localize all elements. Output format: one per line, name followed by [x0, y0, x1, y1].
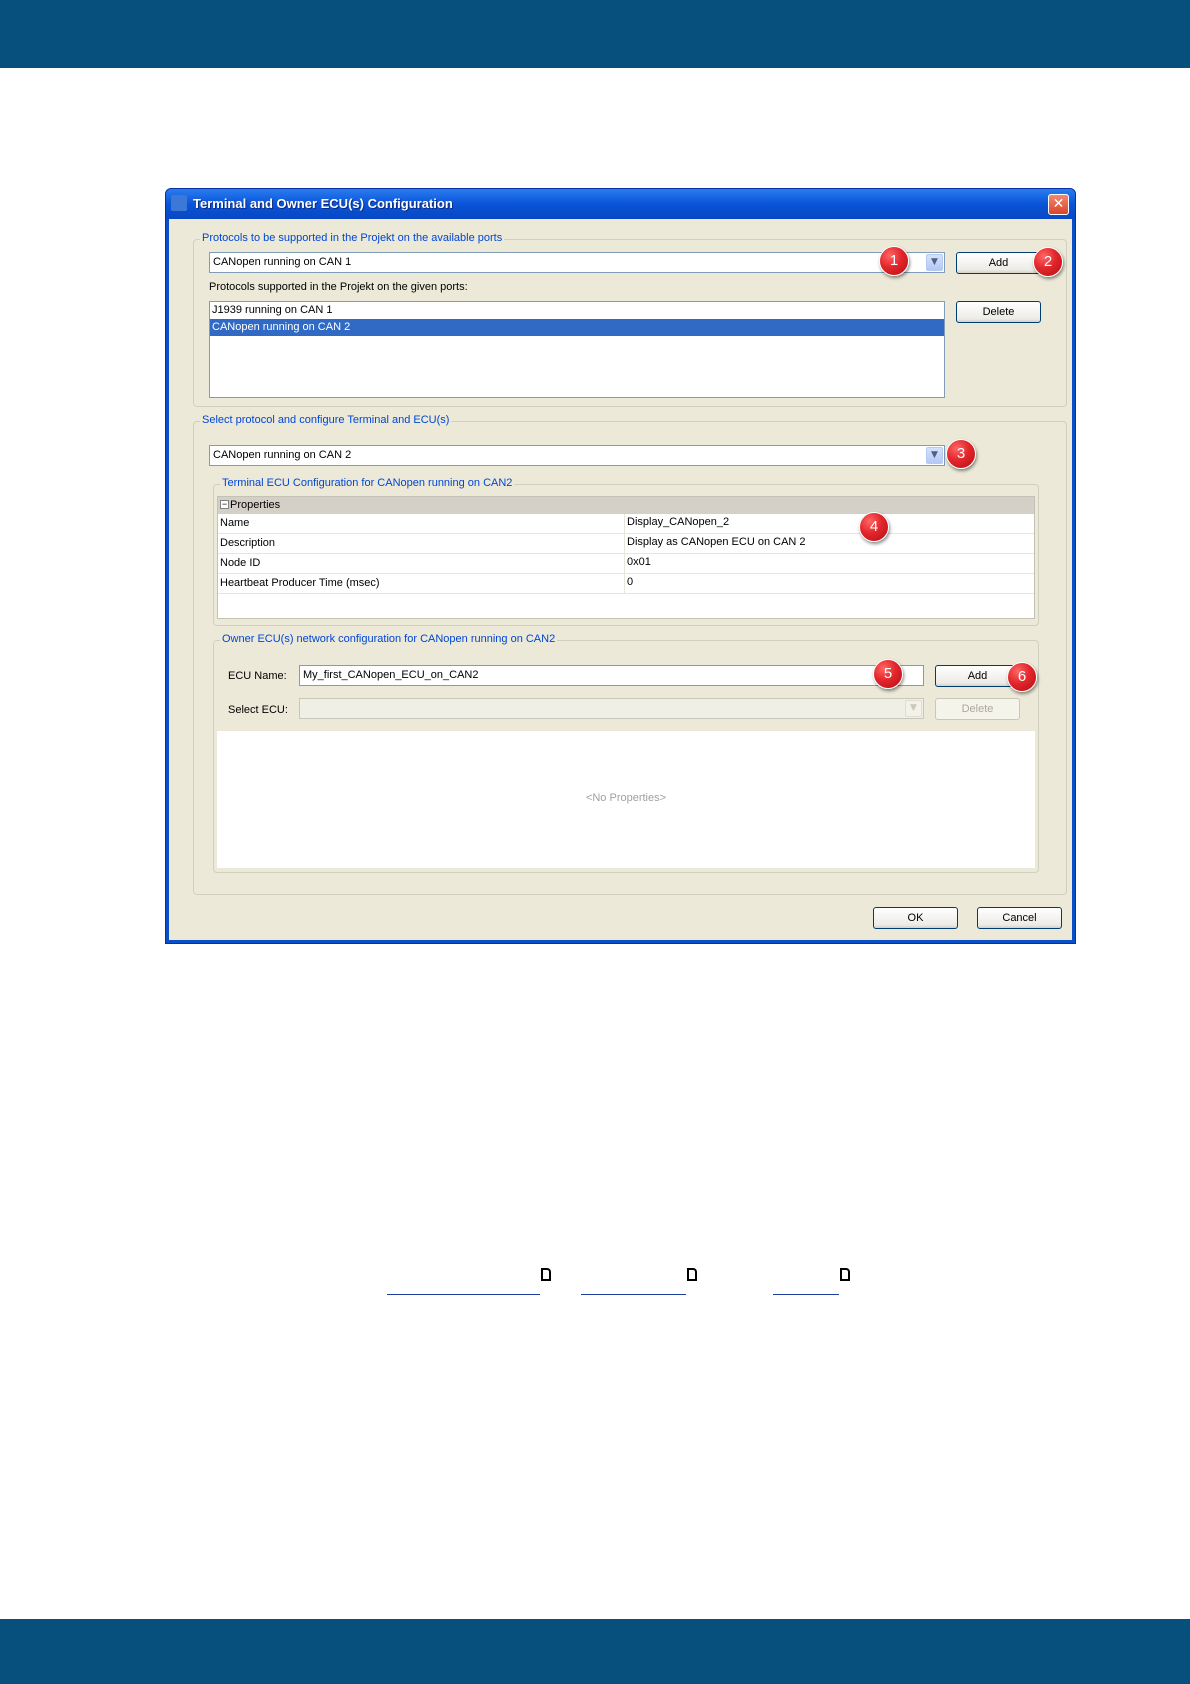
protocol-select[interactable]: CANopen running on CAN 1 ▼: [209, 252, 945, 273]
owner-ecu-group-legend: Owner ECU(s) network configuration for C…: [220, 633, 558, 645]
property-value[interactable]: 0x01: [627, 556, 651, 568]
no-properties-text: <No Properties>: [585, 792, 667, 804]
app-icon: [171, 195, 187, 211]
list-item[interactable]: J1939 running on CAN 1: [210, 302, 944, 319]
column-divider: [624, 554, 625, 573]
terminal-ecu-group-legend: Terminal ECU Configuration for CANopen r…: [220, 477, 515, 489]
ecu-name-input[interactable]: My_first_CANopen_ECU_on_CAN2: [299, 665, 924, 686]
property-key: Description: [220, 537, 276, 549]
ok-button[interactable]: OK: [873, 907, 958, 929]
property-row-node-id[interactable]: Node ID 0x01: [218, 554, 1034, 574]
terminal-property-grid[interactable]: − Properties Name Display_CANopen_2 Desc…: [217, 496, 1035, 619]
chevron-down-icon[interactable]: ▼: [926, 447, 943, 464]
column-divider: [624, 534, 625, 553]
close-button[interactable]: ✕: [1048, 194, 1069, 215]
callout-marker-4: 4: [859, 512, 889, 542]
property-row-heartbeat[interactable]: Heartbeat Producer Time (msec) 0: [218, 574, 1034, 594]
configure-protocol-select-value: CANopen running on CAN 2: [213, 449, 352, 461]
document-icon: [840, 1268, 850, 1281]
property-key: Node ID: [220, 557, 261, 569]
dialog-titlebar[interactable]: Terminal and Owner ECU(s) Configuration …: [166, 189, 1075, 219]
properties-category-label: Properties: [230, 499, 281, 511]
cancel-button[interactable]: Cancel: [977, 907, 1062, 929]
property-value[interactable]: 0: [627, 576, 633, 588]
add-protocol-button[interactable]: Add: [956, 252, 1041, 274]
property-row-name[interactable]: Name Display_CANopen_2: [218, 514, 1034, 534]
property-value[interactable]: Display as CANopen ECU on CAN 2: [627, 536, 806, 548]
ecu-property-grid[interactable]: <No Properties>: [217, 731, 1035, 868]
config-dialog: Terminal and Owner ECU(s) Configuration …: [165, 188, 1076, 944]
column-divider: [624, 574, 625, 593]
select-ecu-label: Select ECU:: [228, 704, 288, 716]
callout-marker-6: 6: [1007, 662, 1037, 692]
properties-category[interactable]: − Properties: [218, 497, 1034, 514]
dialog-title: Terminal and Owner ECU(s) Configuration: [193, 196, 453, 211]
chevron-down-icon[interactable]: ▼: [926, 254, 943, 271]
configure-protocol-select[interactable]: CANopen running on CAN 2 ▼: [209, 445, 945, 466]
ecu-name-label: ECU Name:: [228, 670, 287, 682]
property-key: Heartbeat Producer Time (msec): [220, 577, 380, 589]
property-value[interactable]: Display_CANopen_2: [627, 516, 729, 528]
callout-marker-1: 1: [879, 246, 909, 276]
property-row-description[interactable]: Description Display as CANopen ECU on CA…: [218, 534, 1034, 554]
protocols-group-legend: Protocols to be supported in the Projekt…: [200, 232, 505, 244]
delete-protocol-button[interactable]: Delete: [956, 301, 1041, 323]
doc-link-1[interactable]: [387, 1265, 540, 1295]
document-icon: [687, 1268, 697, 1281]
doc-link-2[interactable]: [581, 1265, 686, 1295]
callout-marker-2: 2: [1033, 247, 1063, 277]
callout-marker-3: 3: [946, 439, 976, 469]
page-header-band: [0, 0, 1190, 68]
page-footer-band: [0, 1619, 1190, 1684]
callout-marker-5: 5: [873, 659, 903, 689]
dialog-client: Protocols to be supported in the Projekt…: [169, 219, 1072, 940]
chevron-down-icon[interactable]: ▼: [905, 700, 922, 717]
column-divider: [624, 514, 625, 533]
protocol-select-value: CANopen running on CAN 1: [213, 256, 352, 268]
property-key: Name: [220, 517, 250, 529]
supported-protocols-label: Protocols supported in the Projekt on th…: [209, 281, 468, 293]
collapse-icon[interactable]: −: [220, 500, 229, 509]
select-ecu-dropdown[interactable]: ▼: [299, 698, 924, 719]
document-icon: [541, 1268, 551, 1281]
select-protocol-group-legend: Select protocol and configure Terminal a…: [200, 414, 452, 426]
supported-protocols-list[interactable]: J1939 running on CAN 1 CANopen running o…: [209, 301, 945, 398]
ecu-name-value: My_first_CANopen_ECU_on_CAN2: [303, 669, 479, 681]
list-item-selected[interactable]: CANopen running on CAN 2: [210, 319, 944, 336]
doc-link-3[interactable]: [773, 1265, 839, 1295]
delete-ecu-button[interactable]: Delete: [935, 698, 1020, 720]
